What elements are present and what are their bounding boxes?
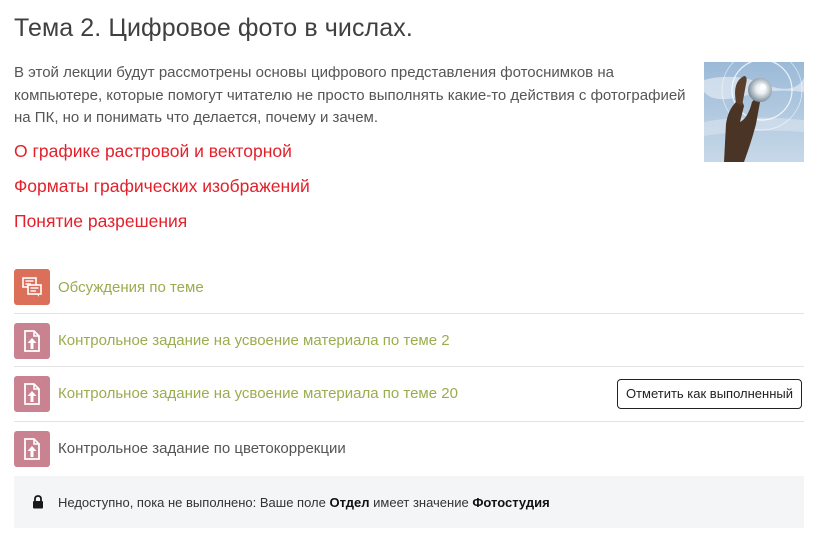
restriction-prefix: Недоступно, пока не выполнено: Ваше поле [58, 494, 330, 510]
assignment-icon[interactable] [14, 430, 50, 467]
forum-icon[interactable] [14, 269, 50, 305]
activity-assignment-topic-2[interactable]: Контрольное задание на усвоение материал… [14, 313, 804, 367]
restriction-middle: имеет значение [369, 494, 473, 510]
lock-icon [33, 495, 43, 509]
restriction-notice: Недоступно, пока не выполнено: Ваше поле… [14, 476, 804, 528]
topic-link-raster-vector[interactable]: О графике растровой и векторной [14, 141, 292, 162]
section-title: Тема 2. Цифровое фото в числах. [14, 14, 413, 42]
restriction-message: Недоступно, пока не выполнено: Ваше поле… [58, 495, 550, 510]
restriction-field: Отдел [329, 494, 370, 510]
hand-glass-ball-photo [704, 62, 804, 162]
restriction-value: Фотостудия [472, 494, 550, 510]
mark-as-done-button[interactable]: Отметить как выполненный [616, 378, 802, 409]
activity-assignment-color-correction[interactable]: Контрольное задание по цветокоррекции [14, 421, 804, 475]
assignment-icon[interactable] [14, 322, 50, 359]
activity-assignment-topic-20[interactable]: Контрольное задание на усвоение материал… [14, 366, 804, 420]
assignment-icon[interactable] [14, 375, 50, 412]
activity-label-assignment-topic-20[interactable]: Контрольное задание на усвоение материал… [58, 385, 458, 402]
section-summary: В этой лекции будут рассмотрены основы ц… [14, 64, 686, 126]
topic-link-resolution[interactable]: Понятие разрешения [14, 211, 187, 232]
activity-label-forum[interactable]: Обсуждения по теме [58, 279, 204, 296]
activity-label-color-correction: Контрольное задание по цветокоррекции [58, 440, 346, 457]
topic-link-image-formats[interactable]: Форматы графических изображений [14, 176, 310, 197]
activity-forum[interactable]: Обсуждения по теме [14, 269, 804, 305]
activity-label-assignment-topic-2[interactable]: Контрольное задание на усвоение материал… [58, 332, 450, 349]
